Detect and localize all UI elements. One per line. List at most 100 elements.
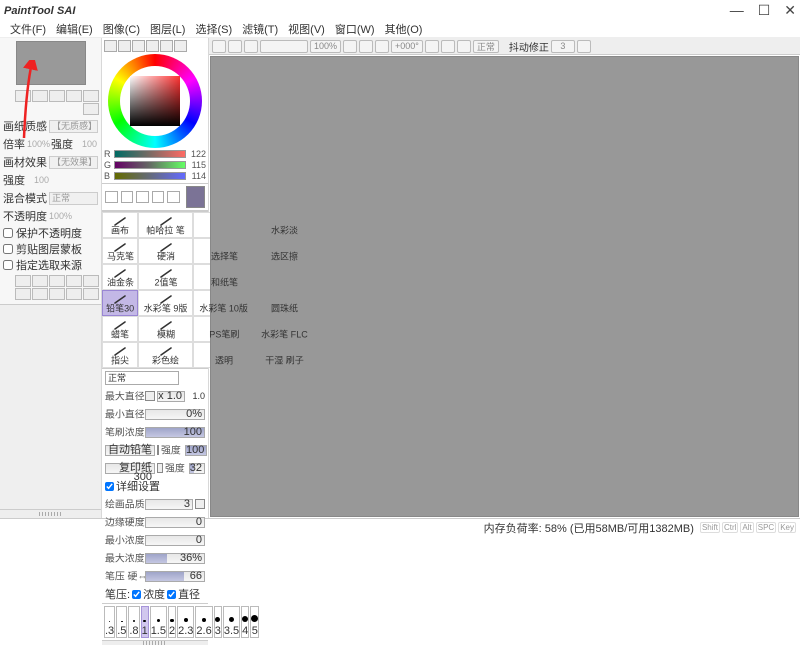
size-cell[interactable]: 1.5 <box>150 606 167 638</box>
tb-btn[interactable] <box>425 40 439 53</box>
mode-rgb-icon[interactable] <box>118 40 131 52</box>
size-cell[interactable]: 2.3 <box>177 606 194 638</box>
blend-select[interactable]: 正常 <box>49 192 98 205</box>
brush-cell[interactable]: 马克笔 <box>102 238 138 264</box>
q-select[interactable]: 3 <box>145 499 193 510</box>
nav-btn[interactable] <box>15 90 31 102</box>
tb-btn[interactable] <box>359 40 373 53</box>
layer-btn[interactable] <box>32 275 48 287</box>
brush-cell[interactable]: 水彩笔 9版 <box>138 290 193 316</box>
rgb-g[interactable]: G115 <box>104 160 206 170</box>
layer-btn[interactable] <box>49 275 65 287</box>
tb-btn[interactable] <box>343 40 357 53</box>
layer-btn[interactable] <box>15 275 31 287</box>
layer-btn[interactable] <box>66 288 82 300</box>
tb-btn[interactable] <box>244 40 258 53</box>
menu-file[interactable]: 文件(F) <box>6 20 50 38</box>
brush-cell[interactable]: 模糊 <box>138 316 193 342</box>
cb-protect[interactable]: 保护不透明度 <box>0 225 101 241</box>
nav-btn[interactable] <box>66 90 82 102</box>
press-density-cb[interactable] <box>132 590 141 599</box>
brush-cell[interactable]: 硬消 <box>138 238 193 264</box>
zoom-display[interactable]: 100% <box>310 40 341 53</box>
nav-btn[interactable] <box>83 90 99 102</box>
mode-mixer-icon[interactable] <box>146 40 159 52</box>
color-swatch[interactable] <box>186 186 206 208</box>
brush-cell[interactable]: 2值笔 <box>138 264 193 290</box>
mind-slider[interactable]: 0 <box>145 535 205 546</box>
adv-cb[interactable] <box>105 482 114 491</box>
tb-btn[interactable] <box>228 40 242 53</box>
maxp-slider[interactable]: 36% <box>145 553 205 564</box>
layer-btn[interactable] <box>83 288 99 300</box>
menu-select[interactable]: 选择(S) <box>191 20 236 38</box>
cb-clip[interactable]: 剪贴图层蒙板 <box>0 241 101 257</box>
min-slider[interactable]: 0% <box>145 409 205 420</box>
hard-slider[interactable]: 66 <box>145 571 205 582</box>
rgb-r[interactable]: R122 <box>104 149 206 159</box>
panel-grip[interactable] <box>102 640 208 645</box>
nav-btn[interactable] <box>83 103 99 115</box>
effect-select[interactable]: 【无效果】 <box>49 156 98 169</box>
advanced-toggle[interactable]: 详细设置 <box>102 477 208 495</box>
close-icon[interactable]: ✕ <box>784 3 796 17</box>
menu-view[interactable]: 视图(V) <box>284 20 329 38</box>
tex2-select[interactable]: 复印纸300 <box>105 463 155 474</box>
minimize-icon[interactable]: — <box>730 3 744 17</box>
menu-layer[interactable]: 图层(L) <box>146 20 189 38</box>
angle-display[interactable]: +000° <box>391 40 423 53</box>
tb-btn[interactable] <box>457 40 471 53</box>
wand-tool-icon[interactable] <box>136 191 149 203</box>
mode-scratch-icon[interactable] <box>174 40 187 52</box>
lasso-tool-icon[interactable] <box>121 191 134 203</box>
g-slider[interactable] <box>114 161 186 169</box>
r-slider[interactable] <box>114 150 186 158</box>
size-cell[interactable]: 2.6 <box>195 606 212 638</box>
brush-cell[interactable]: 蜡笔 <box>102 316 138 342</box>
cb-source[interactable]: 指定选取来源 <box>0 257 101 273</box>
stabilizer-value[interactable]: 3 <box>551 40 575 53</box>
layer-btn[interactable] <box>32 288 48 300</box>
size-cell[interactable]: 1 <box>141 606 149 638</box>
press-size-cb[interactable] <box>167 590 176 599</box>
layer-btn[interactable] <box>49 288 65 300</box>
b-slider[interactable] <box>114 172 186 180</box>
blend-display[interactable]: 正常 <box>473 40 499 53</box>
brush-cell[interactable]: 油金条 <box>102 264 138 290</box>
max-icon[interactable] <box>145 391 155 401</box>
maximize-icon[interactable]: ☐ <box>758 3 771 17</box>
tb-btn[interactable] <box>212 40 226 53</box>
tb-btn[interactable] <box>577 40 591 53</box>
size-cell[interactable]: .3 <box>104 606 115 638</box>
dens-slider[interactable]: 100 <box>145 427 205 438</box>
size-cell[interactable]: 2 <box>168 606 176 638</box>
max-slider[interactable]: x 1.0 <box>157 391 185 402</box>
paper-select[interactable]: 【无质感】 <box>49 120 98 133</box>
tb-box[interactable] <box>260 40 308 53</box>
layer-list[interactable] <box>0 304 101 509</box>
brush-cell[interactable]: 彩色绘 <box>138 342 193 368</box>
menu-edit[interactable]: 编辑(E) <box>52 20 97 38</box>
cb-source-input[interactable] <box>3 260 13 270</box>
menu-filter[interactable]: 滤镜(T) <box>238 20 282 38</box>
mode-wheel-icon[interactable] <box>104 40 117 52</box>
color-wheel[interactable] <box>108 54 202 148</box>
q-icon[interactable] <box>195 499 205 509</box>
size-cell[interactable]: .8 <box>128 606 139 638</box>
size-cell[interactable]: .5 <box>116 606 127 638</box>
size-cell[interactable]: 3 <box>214 606 222 638</box>
menu-other[interactable]: 其他(O) <box>381 20 427 38</box>
menu-window[interactable]: 窗口(W) <box>331 20 379 38</box>
tex1-select[interactable]: 自动铅笔 <box>105 445 155 456</box>
tb-btn[interactable] <box>375 40 389 53</box>
mode-swatch-icon[interactable] <box>160 40 173 52</box>
tb-btn[interactable] <box>441 40 455 53</box>
select-tool-icon[interactable] <box>105 191 118 203</box>
tex2s-slider[interactable]: 32 <box>189 463 205 474</box>
edge-slider[interactable]: 0 <box>145 517 205 528</box>
brush-cell[interactable]: 帕哈拉 笔 <box>138 212 193 238</box>
canvas[interactable] <box>210 56 799 517</box>
zoom-tool-icon[interactable] <box>167 191 180 203</box>
size-cell[interactable]: 3.5 <box>223 606 240 638</box>
layer-btn[interactable] <box>15 288 31 300</box>
